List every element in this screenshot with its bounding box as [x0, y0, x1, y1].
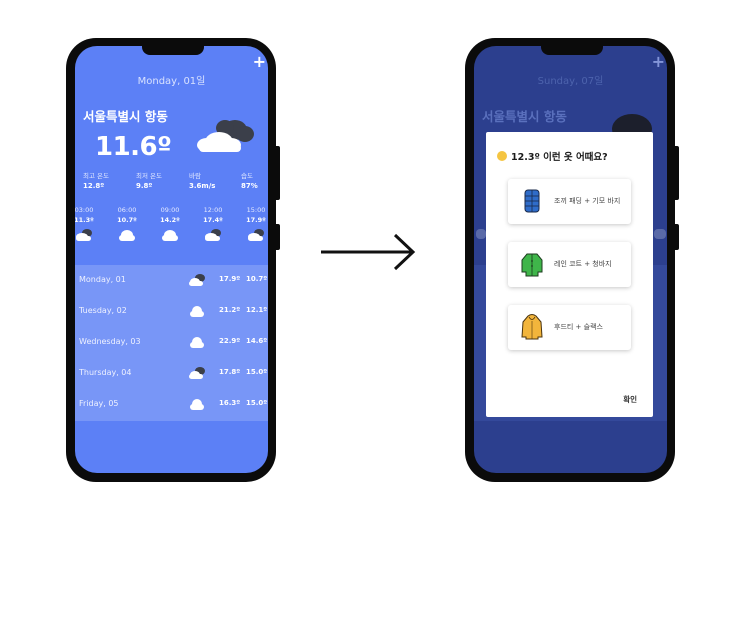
hoodie-icon [521, 314, 543, 340]
hour-temp: 11.3º [75, 216, 94, 224]
stat-low: 최저 온도 9.8º [136, 170, 162, 190]
stat-label: 최저 온도 [136, 172, 162, 180]
confirm-button[interactable]: 확인 [623, 394, 637, 405]
day-name: Friday, 05 [79, 399, 119, 408]
outfit-option[interactable]: 후드티 + 슬랙스 [508, 305, 631, 350]
weather-screen: Monday, 01일 + 서울특별시 항동 11.6º 최고 온도 12.8º… [75, 46, 268, 473]
stat-value: 3.6m/s [189, 182, 216, 190]
hour-temp: 14.2º [160, 216, 180, 224]
day-high: 21.2º [219, 306, 241, 314]
day-low: 14.6º [246, 337, 268, 345]
stat-value: 9.8º [136, 182, 153, 190]
day-low: 15.0º [246, 399, 268, 407]
cloud-dark-icon [205, 229, 221, 241]
daily-row[interactable]: Thursday, 04 17.8º 15.0º [75, 358, 268, 389]
side-button [675, 146, 679, 200]
cloud-dark-icon [248, 229, 264, 241]
phone-after: Sunday, 07일 + 서울특별시 항동 12.3º 이런 옷 어때요? 조… [465, 38, 679, 482]
cloud-icon [162, 230, 178, 241]
day-low: 10.7º [246, 275, 268, 283]
side-button [276, 224, 280, 250]
hourly-item: 15:00 17.9º [241, 206, 268, 246]
day-low: 12.1º [246, 306, 268, 314]
day-name: Tuesday, 02 [79, 306, 127, 315]
outfit-label: 조끼 패딩 + 기모 바지 [554, 197, 621, 205]
daily-forecast: Monday, 01 17.9º 10.7º Tuesday, 02 21.2º… [75, 265, 268, 421]
hourly-item: 06:00 10.7º [112, 206, 142, 246]
cloud-icon [654, 229, 666, 239]
day-name: Monday, 01 [79, 275, 126, 284]
day-name: Thursday, 04 [79, 368, 132, 377]
side-button [276, 146, 280, 200]
outfit-recommendation-dialog: 12.3º 이런 옷 어때요? 조끼 패딩 + 기모 바지 레인 코트 + 청바… [486, 132, 653, 417]
cloud-icon [119, 230, 135, 241]
stat-label: 습도 [241, 172, 253, 180]
current-date: Monday, 01일 [137, 76, 206, 87]
stat-humidity: 습도 87% [241, 170, 258, 190]
add-location-button[interactable]: + [652, 54, 665, 70]
weather-screen-dimmed: Sunday, 07일 + 서울특별시 항동 12.3º 이런 옷 어때요? 조… [474, 46, 667, 473]
dialog-title-text: 12.3º 이런 옷 어때요? [511, 152, 608, 163]
day-high: 17.9º [219, 275, 241, 283]
raincoat-icon [521, 253, 543, 277]
day-high: 22.9º [219, 337, 241, 345]
stat-value: 87% [241, 182, 258, 190]
hourly-item: 03:00 11.3º [75, 206, 99, 246]
cloud-dark-icon [189, 367, 205, 379]
cloud-icon [190, 399, 204, 410]
stat-value: 12.8º [83, 182, 105, 190]
outfit-option[interactable]: 레인 코트 + 청바지 [508, 242, 631, 287]
current-temperature: 11.6º [95, 132, 172, 162]
daily-row[interactable]: Monday, 01 17.9º 10.7º [75, 265, 268, 296]
day-low: 15.0º [246, 368, 268, 376]
hour-temp: 17.9º [246, 216, 266, 224]
stat-label: 바람 [189, 172, 201, 180]
dialog-title: 12.3º 이런 옷 어때요? [497, 149, 608, 163]
daily-row[interactable]: Friday, 05 16.3º 15.0º [75, 389, 268, 420]
daily-row[interactable]: Wednesday, 03 22.9º 14.6º [75, 327, 268, 358]
hour-time: 03:00 [75, 206, 94, 214]
current-date: Sunday, 07일 [537, 76, 604, 87]
stat-label: 최고 온도 [83, 172, 109, 180]
city-name: 서울특별시 항동 [482, 109, 567, 124]
cloud-dark-icon [189, 274, 205, 286]
notch [142, 46, 204, 55]
cloud-icon [190, 306, 204, 317]
cloud-icon [190, 337, 204, 348]
hour-temp: 17.4º [203, 216, 223, 224]
outfit-label: 레인 코트 + 청바지 [554, 260, 612, 268]
day-high: 17.8º [219, 368, 241, 376]
stat-wind: 바람 3.6m/s [189, 170, 215, 190]
cloud-dark-icon [197, 120, 254, 152]
day-high: 16.3º [219, 399, 241, 407]
hour-time: 09:00 [160, 206, 180, 214]
outfit-label: 후드티 + 슬랙스 [554, 323, 603, 331]
hourly-forecast[interactable]: 03:00 11.3º 06:00 10.7º 09:00 14.2º 12:0… [75, 206, 268, 252]
cloud-dark-icon [76, 229, 92, 241]
hourly-item: 09:00 14.2º [155, 206, 185, 246]
thinking-face-icon [497, 151, 507, 161]
phone-before: Monday, 01일 + 서울특별시 항동 11.6º 최고 온도 12.8º… [66, 38, 280, 482]
side-button [675, 224, 679, 250]
day-name: Wednesday, 03 [79, 337, 141, 346]
daily-row[interactable]: Tuesday, 02 21.2º 12.1º [75, 296, 268, 327]
outfit-option[interactable]: 조끼 패딩 + 기모 바지 [508, 179, 631, 224]
hour-time: 06:00 [117, 206, 137, 214]
notch [541, 46, 603, 55]
hour-time: 12:00 [203, 206, 223, 214]
cloud-icon [476, 229, 486, 239]
city-name: 서울특별시 항동 [83, 109, 168, 124]
padded-vest-icon [524, 189, 540, 213]
arrow-right-icon [321, 233, 416, 271]
stat-high: 최고 온도 12.8º [83, 170, 109, 190]
add-location-button[interactable]: + [253, 54, 266, 70]
hourly-item: 12:00 17.4º [198, 206, 228, 246]
hour-time: 15:00 [246, 206, 266, 214]
hour-temp: 10.7º [117, 216, 137, 224]
